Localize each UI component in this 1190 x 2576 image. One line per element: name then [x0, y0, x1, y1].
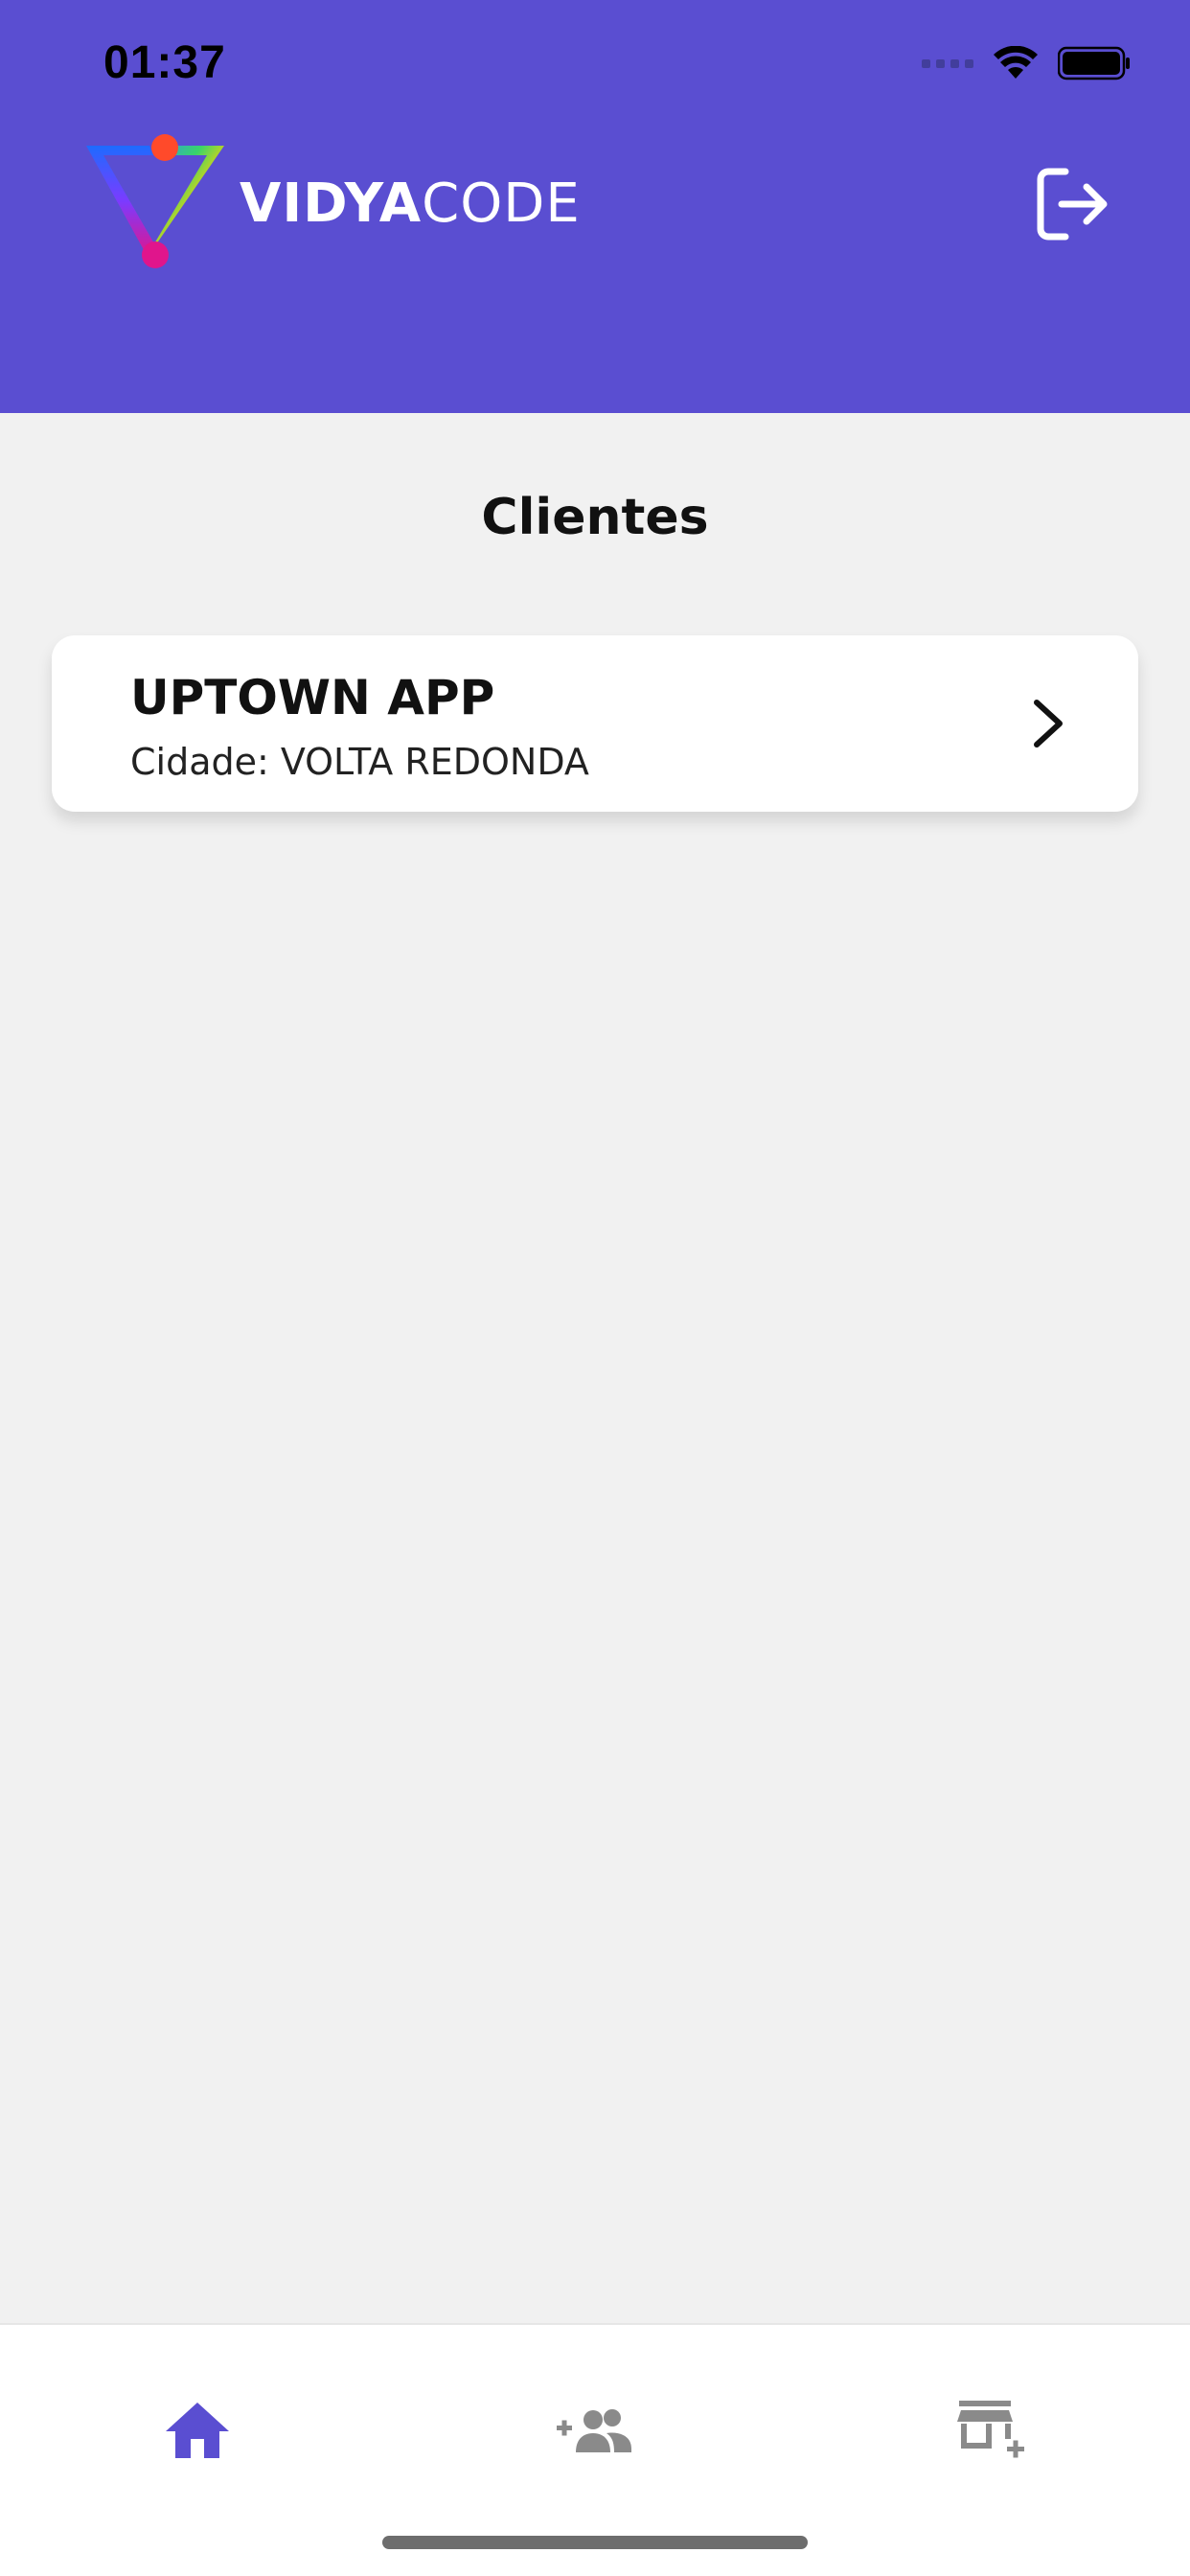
- add-user-group-icon: [557, 2409, 631, 2452]
- nav-home-button[interactable]: [149, 2382, 245, 2478]
- client-name: UPTOWN APP: [130, 670, 495, 725]
- screen: 01:37 VIDYACODE Clientes UPTOWN APP Cida…: [0, 0, 1190, 2576]
- client-card[interactable]: UPTOWN APP Cidade: VOLTA REDONDA: [52, 635, 1138, 812]
- logout-button[interactable]: [1033, 166, 1110, 242]
- page-title: Clientes: [481, 489, 709, 546]
- logo-mark-icon: [86, 134, 224, 268]
- client-city-value: VOLTA REDONDA: [280, 741, 589, 783]
- nav-add-users-button[interactable]: [546, 2382, 642, 2478]
- status-icons: [922, 44, 1131, 82]
- home-icon: [166, 2403, 229, 2458]
- add-store-icon: [957, 2401, 1024, 2458]
- client-city-label: Cidade:: [130, 741, 269, 783]
- chevron-right-icon: [1034, 700, 1063, 748]
- header: 01:37 VIDYACODE: [0, 0, 1190, 413]
- vidyacode-logo: VIDYACODE: [80, 132, 581, 276]
- client-city: Cidade: VOLTA REDONDA: [130, 741, 589, 783]
- logo-text: VIDYACODE: [240, 172, 581, 235]
- status-time: 01:37: [103, 37, 226, 88]
- battery-icon: [1058, 46, 1130, 80]
- cellular-signal-icon: [922, 58, 973, 68]
- wifi-icon: [994, 46, 1038, 79]
- logout-icon: [1037, 168, 1108, 241]
- home-indicator: [382, 2536, 808, 2549]
- nav-add-store-button[interactable]: [943, 2382, 1039, 2478]
